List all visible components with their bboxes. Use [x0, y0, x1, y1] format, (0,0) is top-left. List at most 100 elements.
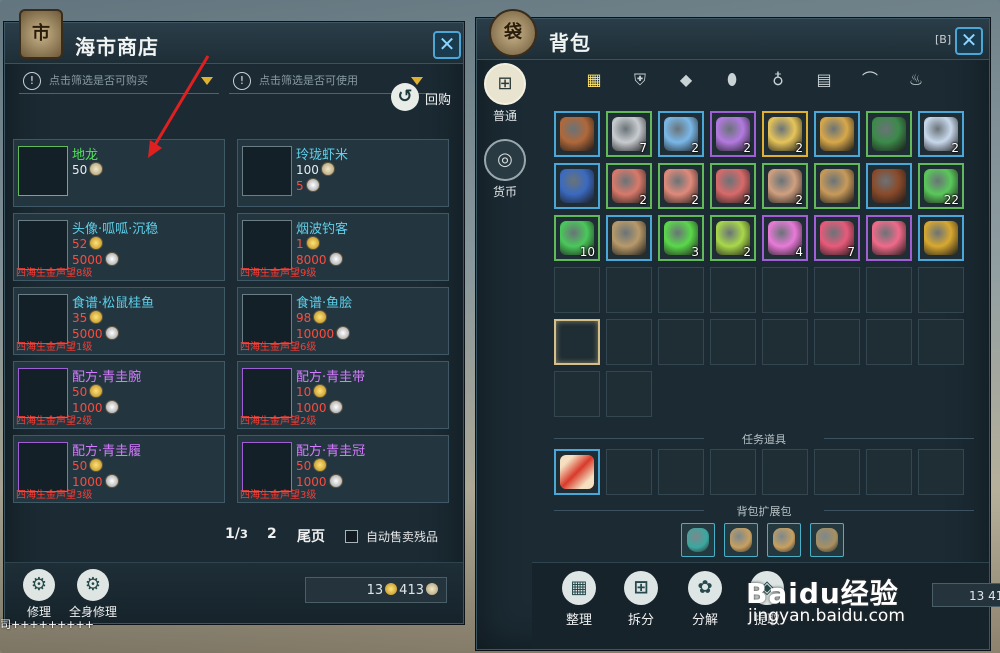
shop-item[interactable]: 配方·青圭履 50 1000 四海生金声望3级	[13, 435, 225, 503]
task-item-slot[interactable]	[554, 449, 600, 495]
shop-item[interactable]: 配方·青圭冠 50 1000 四海生金声望3级	[237, 435, 449, 503]
price-value: 50	[72, 459, 88, 473]
bag-slot[interactable]: 7	[814, 215, 860, 261]
item-count: 22	[943, 193, 959, 207]
bag-extension-slot[interactable]	[810, 523, 844, 557]
chat-line: 司+++++++++	[0, 618, 94, 631]
bag-slot[interactable]: 2	[918, 111, 964, 157]
shop-item[interactable]: 配方·青圭腕 50 1000 四海生金声望2级	[13, 361, 225, 429]
bag-slot[interactable]	[866, 319, 912, 365]
bag-slot[interactable]: 3	[658, 215, 704, 261]
bag-slot[interactable]	[606, 215, 652, 261]
split-button[interactable]: ⊞ 拆分	[614, 571, 668, 629]
buyback-button[interactable]: ↺ 回购	[391, 83, 459, 113]
page-next-button[interactable]: 2	[267, 526, 277, 542]
bag-slot[interactable]: 2	[710, 163, 756, 209]
bag-extension-slot[interactable]	[767, 523, 801, 557]
potion-icon[interactable]: ♨	[903, 67, 929, 93]
bag-item-icon	[820, 117, 854, 151]
bag-slot[interactable]	[554, 163, 600, 209]
autosell-checkbox[interactable]	[345, 530, 358, 543]
bag-slot[interactable]	[606, 371, 652, 417]
sort-button[interactable]: ▦ 整理	[552, 571, 606, 629]
bag-slot[interactable]	[554, 319, 600, 365]
book-icon[interactable]: ▤	[811, 67, 837, 93]
bag-slot[interactable]: 22	[918, 163, 964, 209]
page-current[interactable]: 1/3	[225, 526, 248, 542]
task-item-slot[interactable]	[710, 449, 756, 495]
scroll-icon[interactable]: ⌒	[857, 67, 883, 93]
pouch-icon[interactable]: ♁	[765, 67, 791, 93]
bag-slot[interactable]: 10	[554, 215, 600, 261]
bag-extension-slot[interactable]	[681, 523, 715, 557]
bag-slot[interactable]	[658, 267, 704, 313]
shop-item[interactable]: 烟波钓客 1 8000 四海生金声望9级	[237, 213, 449, 281]
repair-button[interactable]: ⚙ 修理	[9, 569, 69, 621]
decompose-button[interactable]: ✿ 分解	[678, 571, 732, 629]
bag-slot[interactable]: 2	[710, 111, 756, 157]
currency-icon: ◎	[484, 139, 526, 181]
bag-close-icon[interactable]: ✕	[955, 27, 983, 55]
task-item-slot[interactable]	[762, 449, 808, 495]
task-item-slot[interactable]	[918, 449, 964, 495]
bag-slot[interactable]	[554, 111, 600, 157]
shop-item[interactable]: 食谱·鱼脍 98 10000 四海生金声望6级	[237, 287, 449, 355]
bag-slot[interactable]: 4	[762, 215, 808, 261]
bag-money-display: 13 413	[932, 583, 1000, 607]
buyback-icon: ↺	[391, 83, 419, 111]
bag-slot[interactable]: 2	[762, 163, 808, 209]
bag-slot[interactable]	[606, 319, 652, 365]
task-item-slot[interactable]	[814, 449, 860, 495]
bag-slot[interactable]	[918, 215, 964, 261]
bag-slot[interactable]: 2	[710, 215, 756, 261]
bag-slot[interactable]: 2	[658, 163, 704, 209]
bag-extension-slot[interactable]	[724, 523, 758, 557]
bag-slot[interactable]: 2	[762, 111, 808, 157]
repair-all-button[interactable]: ⚙ 全身修理	[63, 569, 123, 621]
reputation-value: 5	[296, 179, 304, 193]
bag-slot[interactable]	[658, 319, 704, 365]
decompose-icon: ✿	[688, 571, 722, 605]
gem-icon[interactable]: ◆	[673, 67, 699, 93]
bag-slot[interactable]	[762, 267, 808, 313]
bag-slot[interactable]	[762, 319, 808, 365]
bag-slot[interactable]: 7	[606, 111, 652, 157]
task-item-slot[interactable]	[658, 449, 704, 495]
bag-slot[interactable]: 2	[658, 111, 704, 157]
bag-slot[interactable]	[814, 163, 860, 209]
tab-normal[interactable]: ⊞ 普通	[481, 61, 529, 131]
bag-slot[interactable]	[710, 267, 756, 313]
shop-close-icon[interactable]: ✕	[433, 31, 461, 59]
bag-slot[interactable]	[814, 319, 860, 365]
material-icon[interactable]: ⬮	[719, 67, 745, 93]
shop-item-name: 食谱·鱼脍	[296, 296, 353, 311]
bag-slot[interactable]	[554, 371, 600, 417]
formula-scroll-icon	[18, 442, 68, 492]
bag-slot[interactable]	[918, 319, 964, 365]
bag-slot[interactable]	[554, 267, 600, 313]
bag-slot[interactable]	[866, 215, 912, 261]
bag-slot[interactable]	[918, 267, 964, 313]
bag-slot[interactable]	[866, 163, 912, 209]
bag-slot[interactable]	[814, 267, 860, 313]
armor-icon[interactable]: ⛨	[627, 67, 653, 93]
item-count: 2	[795, 141, 803, 155]
page-last-button[interactable]: 尾页	[297, 526, 325, 546]
task-item-slot[interactable]	[866, 449, 912, 495]
item-count: 2	[795, 193, 803, 207]
shop-item[interactable]: 头像·呱呱·沉稳 52 5000 四海生金声望8级	[13, 213, 225, 281]
bag-slot[interactable]	[606, 267, 652, 313]
shop-item[interactable]: 食谱·松鼠桂鱼 35 5000 四海生金声望1级	[13, 287, 225, 355]
bag-slot[interactable]: 2	[606, 163, 652, 209]
tab-currency[interactable]: ◎ 货币	[481, 137, 529, 207]
coin-icon	[89, 162, 104, 176]
bag-slot[interactable]	[814, 111, 860, 157]
shop-item[interactable]: 玲珑虾米 100 5	[237, 139, 449, 207]
autosell-toggle[interactable]: 自动售卖残品	[345, 528, 438, 545]
bag-slot[interactable]	[710, 319, 756, 365]
grid-all-icon[interactable]: ▦	[581, 67, 607, 93]
task-item-slot[interactable]	[606, 449, 652, 495]
bag-slot[interactable]	[866, 267, 912, 313]
bag-slot[interactable]	[866, 111, 912, 157]
shop-item[interactable]: 配方·青圭带 10 1000 四海生金声望2级	[237, 361, 449, 429]
